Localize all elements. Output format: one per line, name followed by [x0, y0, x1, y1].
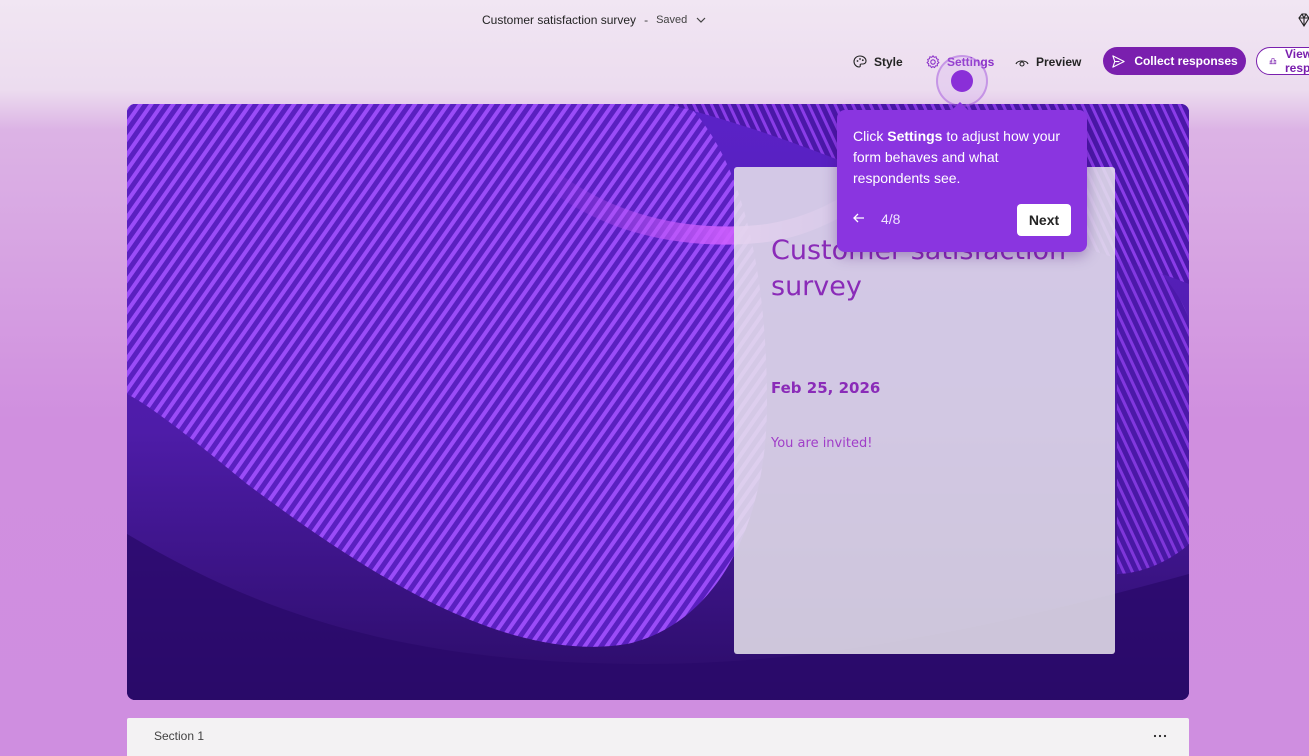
save-status: Saved	[656, 14, 688, 26]
form-date[interactable]: Feb 25, 2026	[771, 379, 880, 397]
preview-label: Preview	[1036, 55, 1082, 69]
section-header: Section 1	[127, 718, 1189, 756]
tooltip-text: Click Settings to adjust how your form b…	[853, 126, 1073, 189]
document-title[interactable]: Customer satisfaction survey	[482, 13, 636, 27]
document-title-group[interactable]: Customer satisfaction survey - Saved	[482, 13, 707, 27]
beacon-dot	[951, 70, 973, 92]
title-separator: -	[644, 13, 649, 27]
chevron-down-icon[interactable]	[695, 14, 707, 26]
section-label: Section 1	[154, 729, 205, 743]
form-description[interactable]: You are invited!	[771, 436, 872, 451]
collect-responses-button[interactable]: Collect responses	[1103, 47, 1246, 75]
send-icon	[1112, 54, 1125, 68]
eye-icon	[1015, 60, 1029, 67]
view-responses-label: View responses	[1284, 47, 1309, 75]
preview-button[interactable]: Preview	[1014, 48, 1081, 76]
diamond-icon[interactable]	[1296, 12, 1309, 28]
style-label: Style	[874, 55, 903, 69]
more-icon[interactable]	[1151, 727, 1169, 745]
tooltip-text-start: Click	[853, 128, 888, 144]
chart-icon	[1269, 58, 1277, 65]
collect-responses-label: Collect responses	[1134, 54, 1238, 68]
title-bar: Customer satisfaction survey - Saved	[0, 0, 1309, 42]
next-button[interactable]: Next	[1017, 204, 1071, 236]
style-button[interactable]: Style	[852, 48, 903, 76]
arrow-left-icon[interactable]	[851, 210, 867, 226]
tooltip-step-counter: 4/8	[881, 211, 901, 227]
palette-icon	[853, 55, 867, 68]
teaching-tooltip: Click Settings to adjust how your form b…	[837, 102, 1087, 252]
view-responses-button[interactable]: View responses	[1256, 47, 1309, 75]
tooltip-text-bold: Settings	[887, 128, 943, 144]
